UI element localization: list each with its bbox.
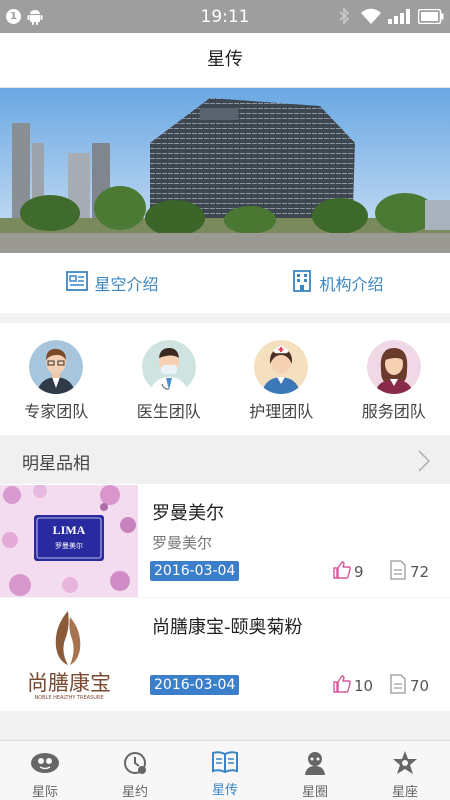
thumb-up-icon [332, 674, 352, 698]
logo-text: LIMA [52, 523, 86, 537]
tab-xingji[interactable]: 星际 [0, 741, 90, 800]
date-badge: 2016-03-04 [150, 675, 240, 695]
bottom-tab-bar: 星际 星约 星传 星圈 星座 [0, 740, 450, 800]
intro-xingkong[interactable]: 星空介绍 [0, 253, 225, 313]
expert-avatar [29, 340, 84, 394]
thumb-up-icon [332, 560, 352, 584]
star-icon [392, 750, 418, 780]
tab-xingzuo[interactable]: 星座 [360, 741, 450, 800]
product-thumbnail: 尚膳康宝 NOBLE HEALTHY TREASURE [0, 599, 138, 711]
clock-icon [122, 750, 148, 780]
like-count: 9 [354, 563, 364, 581]
doctor-avatar [141, 340, 196, 394]
page-title: 星传 [207, 49, 243, 70]
tab-xingji-label: 星际 [31, 785, 58, 800]
intro-jigou-label: 机构介绍 [319, 275, 384, 294]
team-nurse[interactable]: 护理团队 [225, 323, 338, 435]
comment-button[interactable]: 70 [390, 674, 429, 698]
banner-image[interactable] [0, 88, 450, 253]
logo-subtext: NOBLE HEALTHY TREASURE [34, 695, 104, 701]
team-expert-label: 专家团队 [24, 402, 89, 421]
status-bar: 1 19:11 [0, 0, 450, 33]
service-avatar [366, 340, 421, 394]
chevron-right-icon[interactable] [418, 450, 431, 476]
item-name: 尚膳康宝-颐奥菊粉 [152, 617, 303, 638]
document-icon [390, 560, 406, 584]
tab-xingchuan[interactable]: 星传 [180, 741, 270, 800]
section-title: 明星品相 [22, 454, 90, 474]
product-thumbnail: LIMA 罗曼美尔 [0, 485, 138, 597]
like-count: 10 [354, 677, 374, 695]
logo-subtext: 罗曼美尔 [55, 542, 83, 550]
tab-xingzuo-label: 星座 [391, 785, 418, 800]
planet-icon [30, 750, 60, 780]
like-button[interactable]: 10 [332, 674, 373, 698]
tab-xingquan-label: 星圈 [301, 785, 328, 800]
team-doctor-label: 医生团队 [136, 402, 201, 421]
team-row: 专家团队 医生团队 护理团队 服务团队 [0, 323, 450, 435]
nurse-avatar [254, 340, 309, 394]
team-doctor[interactable]: 医生团队 [113, 323, 226, 435]
document-icon [390, 674, 406, 698]
intro-xingkong-label: 星空介绍 [94, 275, 159, 294]
building-icon [291, 270, 313, 296]
book-icon [211, 750, 239, 778]
top-header: 星传 [0, 33, 450, 88]
comment-button[interactable]: 72 [390, 560, 429, 584]
intro-jigou[interactable]: 机构介绍 [225, 253, 450, 313]
team-expert[interactable]: 专家团队 [0, 323, 113, 435]
like-button[interactable]: 9 [332, 560, 364, 584]
tab-xingquan[interactable]: 星圈 [270, 741, 360, 800]
status-time: 19:11 [200, 7, 250, 27]
list-item[interactable]: 尚膳康宝 NOBLE HEALTHY TREASURE 尚膳康宝-颐奥菊粉 20… [0, 598, 450, 711]
logo-text: 尚膳康宝 [27, 671, 111, 695]
newspaper-icon [66, 271, 89, 295]
tab-xingyue-label: 星约 [121, 785, 148, 800]
people-icon [302, 750, 328, 780]
item-subtitle: 罗曼美尔 [152, 534, 213, 552]
comment-count: 72 [410, 563, 430, 581]
wifi-icon [360, 8, 382, 29]
section-header[interactable]: 明星品相 [0, 436, 450, 484]
intro-row: 星空介绍 机构介绍 [0, 253, 450, 313]
team-service-label: 服务团队 [361, 402, 426, 421]
team-service[interactable]: 服务团队 [338, 323, 450, 435]
tab-xingyue[interactable]: 星约 [90, 741, 180, 800]
signal-icon [388, 8, 414, 28]
bluetooth-icon [338, 7, 350, 29]
list-item[interactable]: LIMA 罗曼美尔 罗曼美尔 罗曼美尔 2016-03-04 9 72 [0, 484, 450, 597]
team-nurse-label: 护理团队 [249, 402, 314, 421]
comment-count: 70 [410, 677, 430, 695]
date-badge: 2016-03-04 [150, 561, 240, 581]
tab-xingchuan-label: 星传 [211, 783, 238, 798]
item-name: 罗曼美尔 [152, 503, 224, 524]
battery-icon [417, 8, 444, 28]
